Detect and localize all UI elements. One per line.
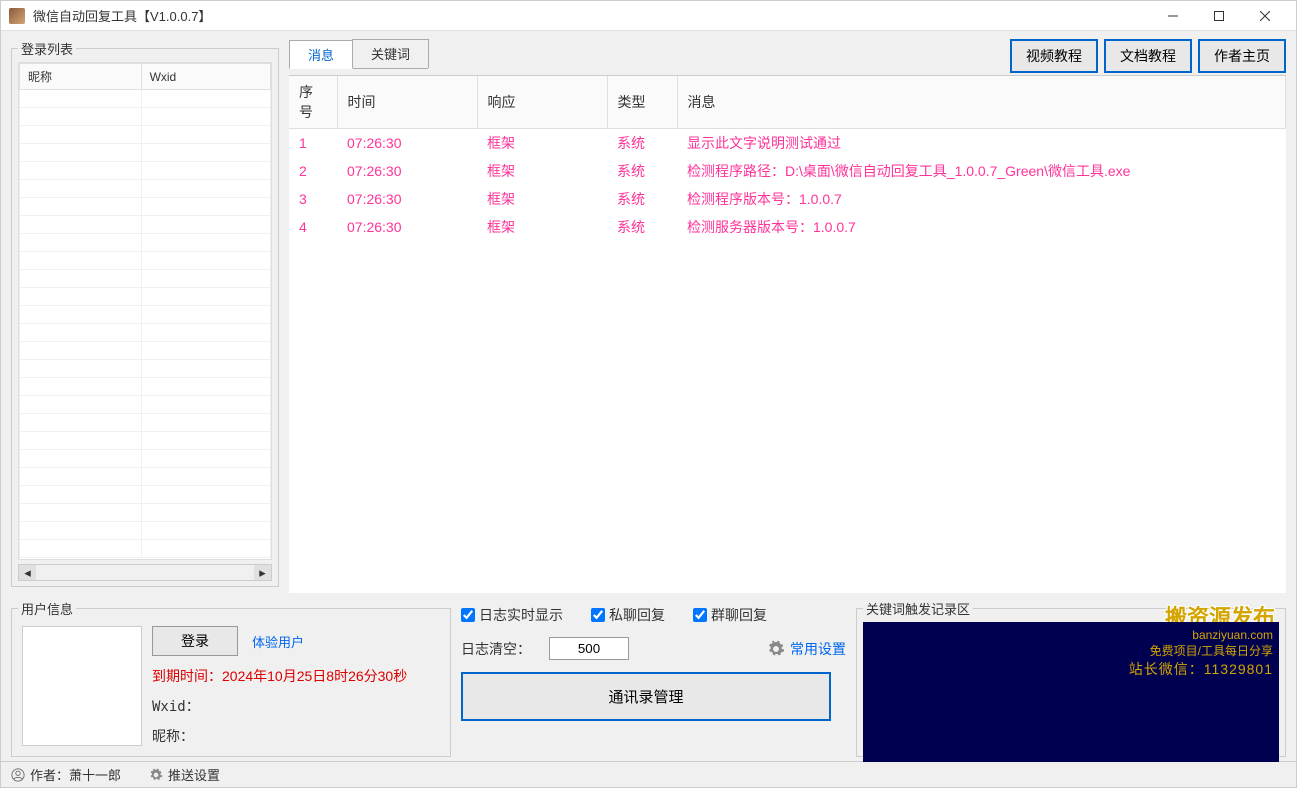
- table-row[interactable]: [20, 378, 271, 396]
- table-row[interactable]: [20, 198, 271, 216]
- group-reply-checkbox[interactable]: 群聊回复: [693, 605, 767, 625]
- private-reply-checkbox[interactable]: 私聊回复: [591, 605, 665, 625]
- tab-messages[interactable]: 消息: [289, 40, 353, 69]
- user-info-panel: 用户信息 登录 体验用户 到期时间：2024年10月25日8时26分30秒 Wx…: [11, 599, 451, 757]
- message-table[interactable]: 序号时间响应类型消息 107:26:30框架系统显示此文字说明测试通过207:2…: [289, 75, 1286, 593]
- tab-bar: 消息 关键词: [289, 39, 428, 69]
- table-row[interactable]: [20, 396, 271, 414]
- scroll-right-icon[interactable]: ▸: [254, 565, 271, 580]
- status-author[interactable]: 作者：萧十一郎: [11, 765, 121, 784]
- table-row[interactable]: 107:26:30框架系统显示此文字说明测试通过: [289, 129, 1286, 158]
- col-nickname[interactable]: 昵称: [20, 64, 142, 90]
- login-button[interactable]: 登录: [152, 626, 238, 656]
- msg-col-0[interactable]: 序号: [289, 76, 337, 129]
- watermark-contact: 站长微信：11329801: [869, 659, 1273, 679]
- table-row[interactable]: [20, 90, 271, 108]
- table-row[interactable]: [20, 504, 271, 522]
- window-title: 微信自动回复工具【V1.0.0.7】: [33, 6, 1150, 25]
- trial-user-link[interactable]: 体验用户: [252, 632, 304, 651]
- user-info-title: 用户信息: [18, 599, 76, 618]
- keyword-log-body[interactable]: banziyuan.com 免费项目/工具每日分享 站长微信：11329801: [863, 622, 1279, 762]
- wxid-label: Wxid：: [152, 696, 440, 716]
- table-row[interactable]: [20, 288, 271, 306]
- table-row[interactable]: [20, 180, 271, 198]
- table-row[interactable]: [20, 306, 271, 324]
- table-row[interactable]: [20, 108, 271, 126]
- table-row[interactable]: [20, 144, 271, 162]
- gear-icon: [767, 640, 785, 658]
- table-row[interactable]: 407:26:30框架系统检测服务器版本号：1.0.0.7: [289, 213, 1286, 241]
- table-row[interactable]: [20, 486, 271, 504]
- status-push-settings[interactable]: 推送设置: [149, 765, 220, 784]
- video-tutorial-button[interactable]: 视频教程: [1010, 39, 1098, 73]
- author-homepage-button[interactable]: 作者主页: [1198, 39, 1286, 73]
- statusbar: 作者：萧十一郎 推送设置: [1, 761, 1296, 787]
- app-window: 微信自动回复工具【V1.0.0.7】 登录列表 昵称 Wxid: [0, 0, 1297, 788]
- person-icon: [11, 768, 25, 782]
- app-icon: [9, 8, 25, 24]
- table-row[interactable]: 307:26:30框架系统检测程序版本号：1.0.0.7: [289, 185, 1286, 213]
- tab-keywords[interactable]: 关键词: [352, 39, 429, 68]
- titlebar: 微信自动回复工具【V1.0.0.7】: [1, 1, 1296, 31]
- expire-time: 到期时间：2024年10月25日8时26分30秒: [152, 666, 440, 686]
- minimize-button[interactable]: [1150, 1, 1196, 31]
- horizontal-scrollbar[interactable]: ◂ ▸: [18, 564, 272, 581]
- doc-tutorial-button[interactable]: 文档教程: [1104, 39, 1192, 73]
- table-row[interactable]: [20, 342, 271, 360]
- watermark-domain: banziyuan.com: [869, 628, 1273, 642]
- msg-col-2[interactable]: 响应: [477, 76, 607, 129]
- keyword-log-panel: 关键词触发记录区 搬资源发布 banziyuan.com 免费项目/工具每日分享…: [856, 599, 1286, 757]
- login-list-panel: 登录列表 昵称 Wxid ◂ ▸: [11, 39, 279, 587]
- table-row[interactable]: [20, 162, 271, 180]
- table-row[interactable]: [20, 270, 271, 288]
- table-row[interactable]: [20, 360, 271, 378]
- table-row[interactable]: [20, 540, 271, 558]
- msg-col-3[interactable]: 类型: [607, 76, 677, 129]
- settings-panel: 日志实时显示 私聊回复 群聊回复 日志清空： 常用设置 通讯录管理: [461, 599, 846, 757]
- table-row[interactable]: [20, 252, 271, 270]
- table-row[interactable]: [20, 522, 271, 540]
- gear-icon: [149, 768, 163, 782]
- table-row[interactable]: [20, 216, 271, 234]
- table-row[interactable]: 207:26:30框架系统检测程序路径：D:\桌面\微信自动回复工具_1.0.0…: [289, 157, 1286, 185]
- table-row[interactable]: [20, 450, 271, 468]
- maximize-button[interactable]: [1196, 1, 1242, 31]
- realtime-log-checkbox[interactable]: 日志实时显示: [461, 605, 563, 625]
- nickname-label: 昵称：: [152, 726, 440, 746]
- login-list-title: 登录列表: [18, 39, 76, 58]
- table-row[interactable]: [20, 468, 271, 486]
- table-row[interactable]: [20, 324, 271, 342]
- contact-manage-button[interactable]: 通讯录管理: [461, 672, 831, 721]
- msg-col-1[interactable]: 时间: [337, 76, 477, 129]
- table-row[interactable]: [20, 414, 271, 432]
- watermark-sub: 免费项目/工具每日分享: [869, 642, 1273, 659]
- avatar: [22, 626, 142, 746]
- close-button[interactable]: [1242, 1, 1288, 31]
- keyword-log-title: 关键词触发记录区: [863, 599, 973, 618]
- table-row[interactable]: [20, 126, 271, 144]
- table-row[interactable]: [20, 234, 271, 252]
- log-clear-label: 日志清空：: [461, 639, 531, 659]
- common-settings-link[interactable]: 常用设置: [767, 639, 846, 659]
- col-wxid[interactable]: Wxid: [141, 64, 270, 90]
- scroll-left-icon[interactable]: ◂: [19, 565, 36, 580]
- login-table[interactable]: 昵称 Wxid: [18, 62, 272, 560]
- table-row[interactable]: [20, 432, 271, 450]
- log-clear-input[interactable]: [549, 637, 629, 660]
- msg-col-4[interactable]: 消息: [677, 76, 1286, 129]
